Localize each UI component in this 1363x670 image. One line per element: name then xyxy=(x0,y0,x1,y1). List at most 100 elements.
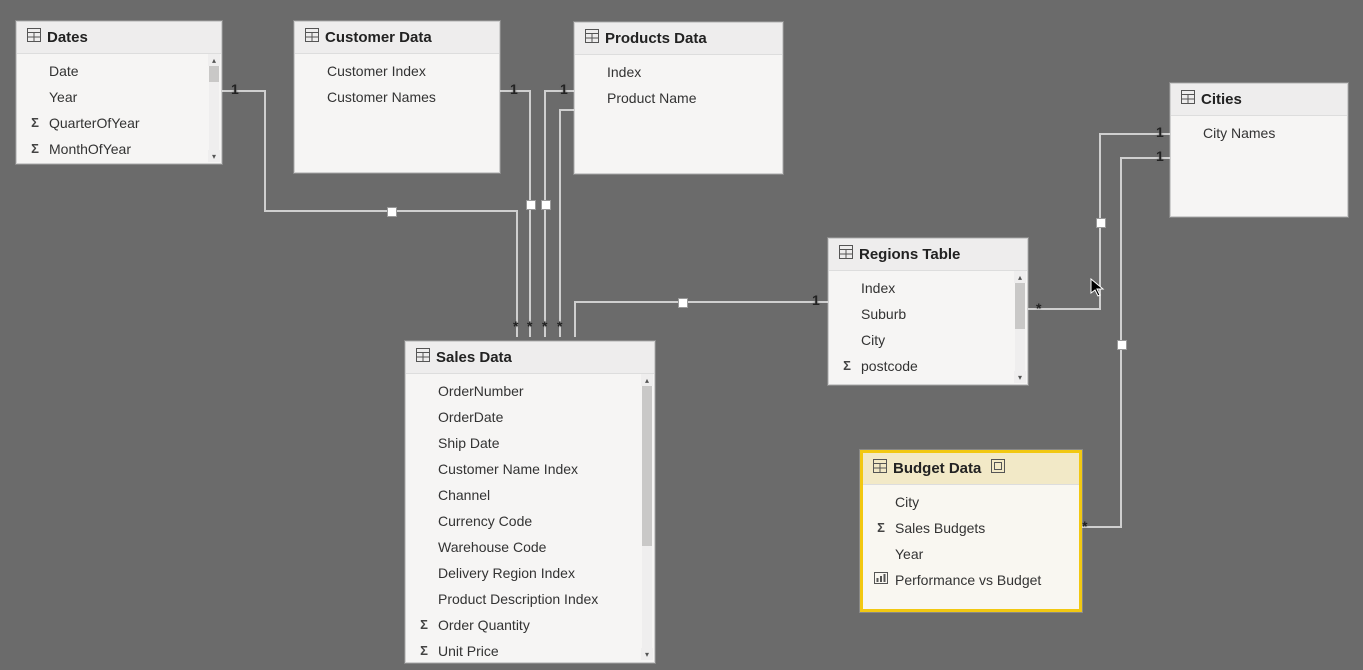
field-row[interactable]: City xyxy=(863,489,1079,515)
field-row[interactable]: ΣOrder Quantity xyxy=(406,612,654,638)
field-row[interactable]: Performance vs Budget xyxy=(863,567,1079,593)
field-label: Product Description Index xyxy=(438,588,642,610)
table-title: Regions Table xyxy=(859,246,960,263)
scroll-up-icon[interactable]: ▴ xyxy=(208,54,220,66)
field-label: Channel xyxy=(438,484,642,506)
field-row[interactable]: Σ Unit Price xyxy=(406,638,654,664)
scroll-down-icon[interactable]: ▾ xyxy=(641,648,653,660)
field-label: Warehouse Code xyxy=(438,536,642,558)
table-icon xyxy=(27,28,41,47)
cardinality-label: * xyxy=(1082,518,1087,534)
field-row[interactable]: Index xyxy=(829,275,1027,301)
field-row[interactable]: City xyxy=(829,327,1027,353)
field-row[interactable]: Suburb xyxy=(829,301,1027,327)
cardinality-label: 1 xyxy=(812,292,820,308)
field-row[interactable]: Currency Code xyxy=(406,508,654,534)
field-label: Product Name xyxy=(607,87,770,109)
field-row[interactable]: Delivery Region Index xyxy=(406,560,654,586)
field-label: City xyxy=(895,491,1067,513)
table-header[interactable]: Sales Data xyxy=(406,342,654,374)
field-label: Performance vs Budget xyxy=(895,569,1067,591)
scrollbar[interactable]: ▴ ▾ xyxy=(641,374,653,660)
cardinality-label: * xyxy=(542,318,547,334)
table-card-regions[interactable]: Regions Table Index Suburb City Σpostcod… xyxy=(828,238,1028,385)
cardinality-label: 1 xyxy=(1156,124,1164,140)
field-row[interactable]: Index xyxy=(575,59,782,85)
table-title: Budget Data xyxy=(893,460,981,477)
scroll-down-icon[interactable]: ▾ xyxy=(208,150,220,162)
table-header[interactable]: Dates xyxy=(17,22,221,54)
table-icon xyxy=(839,245,853,264)
field-row[interactable]: Product Name xyxy=(575,85,782,111)
field-row[interactable]: Σ Sales Budgets xyxy=(863,515,1079,541)
sum-icon: Σ xyxy=(27,138,43,160)
table-icon xyxy=(873,459,887,478)
table-card-dates[interactable]: Dates Date Year ΣQuarterOfYear Σ MonthOfY… xyxy=(16,21,222,164)
mouse-cursor-icon xyxy=(1090,278,1106,303)
field-row[interactable]: Channel xyxy=(406,482,654,508)
scrollbar[interactable]: ▴ ▾ xyxy=(1014,271,1026,383)
table-header[interactable]: Cities xyxy=(1171,84,1347,116)
field-label: Order Quantity xyxy=(438,614,642,636)
scroll-thumb[interactable] xyxy=(209,66,219,82)
table-header[interactable]: Products Data xyxy=(575,23,782,55)
scroll-up-icon[interactable]: ▴ xyxy=(641,374,653,386)
field-row[interactable]: Warehouse Code xyxy=(406,534,654,560)
table-card-cities[interactable]: Cities City Names xyxy=(1170,83,1348,217)
field-row[interactable]: Product Description Index xyxy=(406,586,654,612)
cardinality-label: * xyxy=(1036,300,1041,316)
field-row[interactable]: Date xyxy=(17,58,221,84)
field-label: OrderDate xyxy=(438,406,642,428)
scroll-thumb[interactable] xyxy=(1015,283,1025,329)
field-row[interactable]: Ship Date xyxy=(406,430,654,456)
field-label: MonthOfYear xyxy=(49,138,209,160)
sum-icon: Σ xyxy=(873,517,889,539)
cardinality-label: * xyxy=(557,318,562,334)
scroll-thumb[interactable] xyxy=(642,386,652,546)
table-card-budget-data[interactable]: Budget Data City Σ Sales Budgets Year Per… xyxy=(860,450,1082,612)
field-label: Ship Date xyxy=(438,432,642,454)
field-label: OrderNumber xyxy=(438,380,642,402)
cardinality-label: 1 xyxy=(510,81,518,97)
scroll-down-icon[interactable]: ▾ xyxy=(1014,371,1026,383)
field-row[interactable]: Customer Name Index xyxy=(406,456,654,482)
field-row[interactable]: Σpostcode xyxy=(829,353,1027,379)
field-row[interactable]: ΣQuarterOfYear xyxy=(17,110,221,136)
scroll-up-icon[interactable]: ▴ xyxy=(1014,271,1026,283)
field-label: City xyxy=(861,329,1015,351)
cardinality-label: * xyxy=(527,318,532,334)
table-header[interactable]: Budget Data xyxy=(863,453,1079,485)
field-row[interactable]: OrderNumber xyxy=(406,378,654,404)
field-row[interactable]: Year xyxy=(17,84,221,110)
table-title: Products Data xyxy=(605,30,707,47)
table-card-sales-data[interactable]: Sales Data OrderNumber OrderDate Ship Da… xyxy=(405,341,655,663)
table-icon xyxy=(585,29,599,48)
table-card-customer-data[interactable]: Customer Data Customer Index Customer Na… xyxy=(294,21,500,173)
scrollbar[interactable]: ▴ ▾ xyxy=(208,54,220,162)
field-label: Customer Name Index xyxy=(438,458,642,480)
field-label: City Names xyxy=(1203,122,1335,144)
field-row[interactable]: Year xyxy=(863,541,1079,567)
table-title: Sales Data xyxy=(436,349,512,366)
table-header[interactable]: Regions Table xyxy=(829,239,1027,271)
sum-icon: Σ xyxy=(416,640,432,662)
field-row[interactable]: Customer Index xyxy=(295,58,499,84)
field-row[interactable]: Customer Names xyxy=(295,84,499,110)
field-row[interactable]: OrderDate xyxy=(406,404,654,430)
model-diagram-canvas[interactable]: 1 1 1 1 1 1 * * * * * * Dates Date Year … xyxy=(0,0,1363,670)
cardinality-label: 1 xyxy=(1156,148,1164,164)
field-label: Index xyxy=(607,61,770,83)
table-card-products-data[interactable]: Products Data Index Product Name xyxy=(574,22,783,174)
table-header[interactable]: Customer Data xyxy=(295,22,499,54)
field-label: Index xyxy=(861,277,1015,299)
field-label: Suburb xyxy=(861,303,1015,325)
field-label: Year xyxy=(895,543,1067,565)
table-title: Dates xyxy=(47,29,88,46)
field-row[interactable]: City Names xyxy=(1171,120,1347,146)
field-label: Date xyxy=(49,60,209,82)
field-label: Unit Price xyxy=(438,640,642,662)
dashboard-icon xyxy=(991,459,1005,478)
field-label: Sales Budgets xyxy=(895,517,1067,539)
field-row[interactable]: Σ MonthOfYear xyxy=(17,136,221,162)
sum-icon: Σ xyxy=(27,112,43,134)
